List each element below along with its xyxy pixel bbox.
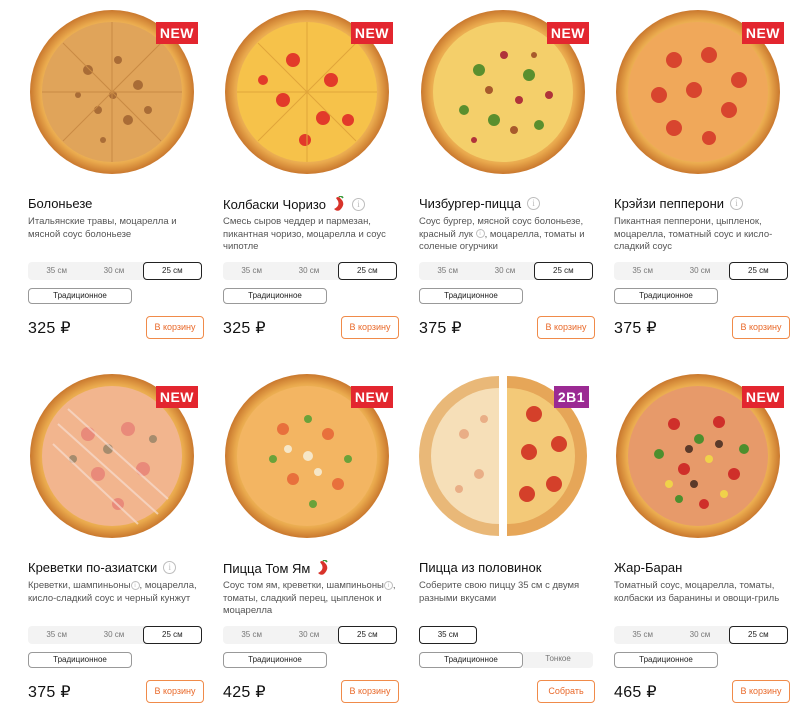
dough-traditional-option[interactable]: Традиционное: [614, 652, 718, 668]
size-option-35[interactable]: 35 см: [419, 262, 476, 280]
chili-icon: [333, 196, 344, 211]
price: 325 ₽: [28, 320, 71, 337]
pizza-title[interactable]: Пицца из половинок: [419, 560, 541, 575]
size-option-35[interactable]: 35 см: [419, 626, 477, 644]
add-to-cart-button[interactable]: В корзину: [537, 316, 595, 339]
add-to-cart-button[interactable]: В корзину: [341, 316, 399, 339]
pizza-title[interactable]: Болоньезе: [28, 196, 92, 211]
pizza-description: Креветки, шампиньоны i, моцарелла, кисло-…: [28, 580, 197, 604]
price: 465 ₽: [614, 684, 657, 701]
dough-traditional-option[interactable]: Традиционное: [419, 652, 523, 668]
price: 375 ₽: [419, 320, 462, 337]
dough-traditional-option[interactable]: Традиционное: [28, 288, 132, 304]
price: 425 ₽: [223, 684, 266, 701]
info-icon[interactable]: i: [163, 561, 177, 574]
pizza-title[interactable]: Чизбургер-пицца: [419, 196, 521, 211]
price: 325 ₽: [223, 320, 266, 337]
assemble-button[interactable]: Собрать: [537, 680, 595, 703]
price: 375 ₽: [614, 320, 657, 337]
size-option-25[interactable]: 25 см: [337, 626, 397, 644]
dough-thin-option[interactable]: Тонкое: [523, 652, 593, 668]
size-option-30[interactable]: 30 см: [280, 262, 337, 280]
pizza-description: Соберите свою пиццу 35 см с двумя разным…: [419, 580, 580, 604]
size-option-25[interactable]: 25 см: [728, 262, 788, 280]
info-icon[interactable]: i: [351, 197, 365, 211]
new-badge: NEW: [155, 386, 198, 408]
size-option-25[interactable]: 25 см: [337, 262, 397, 280]
add-to-cart-button[interactable]: В корзину: [732, 316, 790, 339]
add-to-cart-button[interactable]: В корзину: [732, 680, 790, 703]
size-option-25[interactable]: 25 см: [728, 626, 788, 644]
pizza-description: Соус бургер, мясной соус болоньезе, крас…: [419, 216, 585, 252]
size-selector: 35 см 30 см 25 см: [223, 262, 397, 280]
size-option-35[interactable]: 35 см: [614, 626, 671, 644]
size-option-25[interactable]: 25 см: [142, 626, 202, 644]
size-selector: 35 см 30 см 25 см: [223, 626, 397, 644]
new-badge: NEW: [741, 22, 784, 44]
size-option-30[interactable]: 30 см: [85, 262, 142, 280]
size-option-35[interactable]: 35 см: [223, 626, 280, 644]
pizza-description: Соус том ям, креветки, шампиньоны i, тома…: [223, 580, 396, 616]
pizza-title[interactable]: Пицца Том Ям: [223, 561, 310, 576]
pizza-description: Смесь сыров чеддер и пармезан, пикантная…: [223, 216, 386, 252]
size-selector: 35 см 30 см 25 см: [614, 626, 788, 644]
size-option-35[interactable]: 35 см: [223, 262, 280, 280]
info-icon[interactable]: i: [475, 229, 485, 239]
new-badge: NEW: [350, 22, 393, 44]
info-icon[interactable]: i: [383, 580, 393, 590]
pizza-title[interactable]: Крэйзи пепперони: [614, 196, 724, 211]
size-option-30[interactable]: 30 см: [85, 626, 142, 644]
new-badge: NEW: [546, 22, 589, 44]
size-option-25[interactable]: 25 см: [142, 262, 202, 280]
dough-traditional-option[interactable]: Традиционное: [419, 288, 523, 304]
new-badge: NEW: [350, 386, 393, 408]
size-option-35[interactable]: 35 см: [28, 626, 85, 644]
new-badge: NEW: [155, 22, 198, 44]
chili-icon: [318, 560, 329, 575]
info-icon[interactable]: i: [527, 197, 541, 210]
dough-traditional-option[interactable]: Традиционное: [223, 652, 327, 668]
pizza-description: Итальянские травы, моцарелла и мясной со…: [28, 216, 177, 240]
size-option-30[interactable]: 30 см: [671, 626, 728, 644]
two-in-one-badge: 2В1: [553, 386, 589, 408]
size-selector: 35 см 30 см 25 см: [28, 262, 202, 280]
dough-traditional-option[interactable]: Традиционное: [223, 288, 327, 304]
add-to-cart-button[interactable]: В корзину: [146, 680, 204, 703]
size-option-35[interactable]: 35 см: [28, 262, 85, 280]
pizza-description: Пикантная пепперони, цыпленок, моцарелла…: [614, 216, 773, 252]
pizza-title[interactable]: Креветки по-азиатски: [28, 560, 157, 575]
pizza-title[interactable]: Колбаски Чоризо: [223, 197, 326, 212]
add-to-cart-button[interactable]: В корзину: [146, 316, 204, 339]
size-selector: 35 см 30 см 25 см: [28, 626, 202, 644]
size-option-30[interactable]: 30 см: [476, 262, 533, 280]
dough-traditional-option[interactable]: Традиционное: [28, 652, 132, 668]
price: 375 ₽: [28, 684, 71, 701]
size-option-30[interactable]: 30 см: [280, 626, 337, 644]
size-option-35[interactable]: 35 см: [614, 262, 671, 280]
size-selector: 35 см 30 см 25 см: [614, 262, 788, 280]
new-badge: NEW: [741, 386, 784, 408]
pizza-description: Томатный соус, моцарелла, томаты, колбас…: [614, 580, 780, 604]
size-selector: 35 см 30 см 25 см: [419, 262, 593, 280]
dough-traditional-option[interactable]: Традиционное: [614, 288, 718, 304]
add-to-cart-button[interactable]: В корзину: [341, 680, 399, 703]
info-icon[interactable]: i: [130, 580, 140, 590]
size-option-25[interactable]: 25 см: [533, 262, 593, 280]
info-icon[interactable]: i: [730, 197, 744, 210]
size-option-30[interactable]: 30 см: [671, 262, 728, 280]
pizza-title[interactable]: Жар-Баран: [614, 560, 682, 575]
